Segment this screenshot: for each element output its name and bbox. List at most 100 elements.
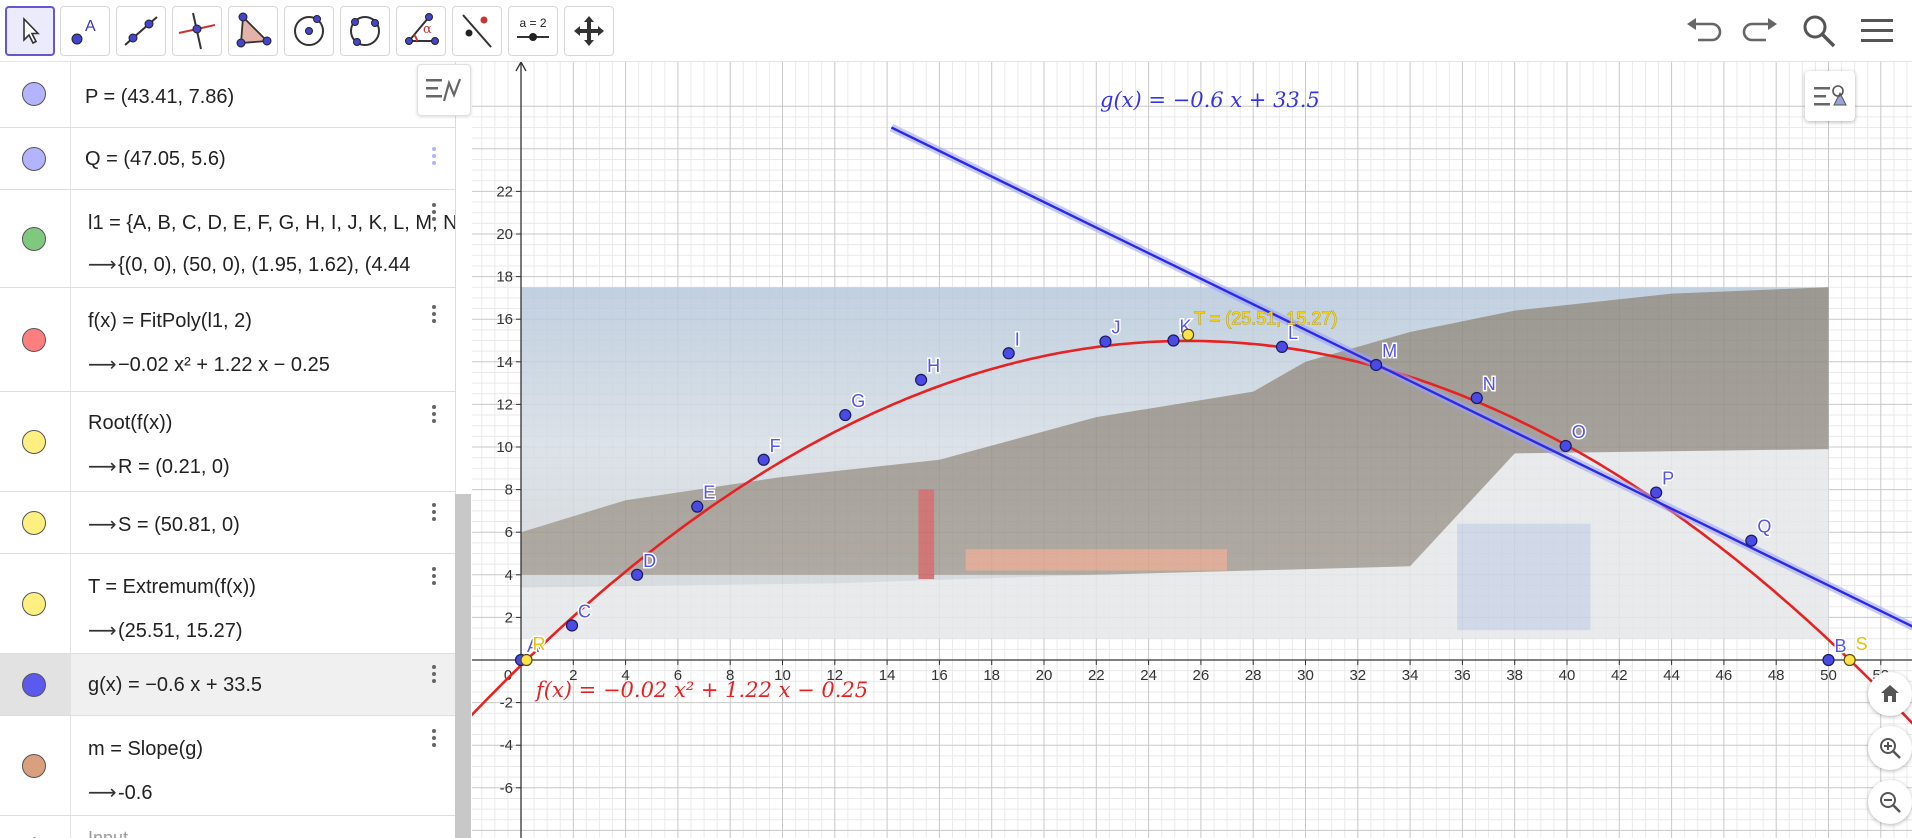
line-tool[interactable] [116, 6, 166, 56]
home-view-button[interactable] [1868, 672, 1912, 716]
graphics-style-bar-button[interactable] [1805, 71, 1855, 121]
point-label-r[interactable]: R [531, 633, 547, 656]
visibility-toggle[interactable] [22, 147, 46, 171]
slider-icon: a = 2 [517, 16, 549, 41]
point-d[interactable] [631, 568, 644, 581]
g-function-label[interactable]: g(x) = −0.6 x + 33.5 [1100, 88, 1320, 112]
extremum-label[interactable]: T = (25.51, 15.27) [1194, 308, 1338, 329]
point-n[interactable] [1470, 391, 1483, 405]
point-g[interactable] [839, 408, 852, 422]
more-options-icon[interactable] [430, 662, 438, 686]
point-c[interactable] [565, 619, 579, 632]
algebra-row-root[interactable]: Root(f(x)) ⟶R = (0.21, 0) [0, 392, 455, 492]
more-options-icon[interactable] [430, 564, 438, 588]
algebra-scrollbar[interactable] [455, 494, 471, 838]
zoom-in-button[interactable] [1868, 726, 1912, 770]
point-label-n[interactable]: N [1481, 373, 1497, 396]
angle-tool[interactable]: α [396, 6, 446, 56]
point-f[interactable] [757, 453, 770, 466]
algebra-input-row[interactable]: + Input... [0, 816, 455, 838]
algebra-input[interactable]: Input... [88, 828, 143, 838]
point-label-d[interactable]: D [642, 549, 658, 572]
algebra-row-f[interactable]: f(x) = FitPoly(l1, 2) ⟶−0.02 x² + 1.22 x… [0, 288, 455, 392]
perpendicular-line-tool[interactable] [172, 6, 222, 56]
circle-three-points-tool[interactable] [340, 6, 390, 56]
perpendicular-icon [178, 12, 216, 50]
more-options-icon[interactable] [430, 302, 438, 326]
more-options-icon[interactable] [430, 402, 438, 426]
graphics-view[interactable]: 0 2 4 6 8 10 12 14 16 18 20 22 24 26 28 30 32 34 36 38 40 42 4… [472, 62, 1912, 838]
point-label-s[interactable]: S [1854, 633, 1869, 656]
x-tick-label: 28 [1245, 667, 1262, 684]
point-j[interactable] [1099, 335, 1112, 348]
more-options-icon[interactable] [430, 144, 438, 168]
point-k[interactable] [1167, 334, 1180, 347]
zoom-out-button[interactable] [1868, 780, 1912, 824]
point-b[interactable] [1822, 653, 1835, 667]
point-label-b[interactable]: B [1833, 635, 1848, 658]
algebra-row-m[interactable]: m = Slope(g) ⟶-0.6 [0, 716, 455, 816]
polygon-tool[interactable] [228, 6, 278, 56]
move-tool[interactable] [5, 6, 55, 56]
visibility-toggle[interactable] [22, 430, 46, 454]
algebra-row-s[interactable]: ⟶S = (50.81, 0) [0, 492, 455, 554]
more-options-icon[interactable] [430, 726, 438, 750]
visibility-toggle[interactable] [22, 673, 46, 697]
algebra-row-t[interactable]: T = Extremum(f(x)) ⟶(25.51, 15.27) [0, 554, 455, 654]
point-i[interactable] [1002, 347, 1015, 360]
point-l[interactable] [1275, 340, 1289, 353]
visibility-toggle[interactable] [22, 328, 46, 352]
algebra-row-q[interactable]: Q = (47.05, 5.6) [0, 128, 455, 190]
visibility-toggle[interactable] [22, 754, 46, 778]
point-label-m[interactable]: M [1381, 339, 1399, 362]
point-label-q[interactable]: Q [1756, 515, 1773, 538]
photo-fence[interactable] [965, 549, 1228, 571]
point-q[interactable] [1745, 534, 1758, 547]
f-function-label[interactable]: f(x) = −0.02 x² + 1.22 x − 0.25 [534, 678, 868, 702]
point-label-g[interactable]: G [850, 390, 867, 413]
point-label-j[interactable]: J [1110, 316, 1122, 339]
x-tick-label: 38 [1506, 667, 1523, 684]
point-tool[interactable]: A [60, 6, 110, 56]
point-label-c[interactable]: C [576, 600, 592, 623]
point-t[interactable] [1181, 328, 1195, 341]
algebra-row-g[interactable]: g(x) = −0.6 x + 33.5 [0, 654, 455, 716]
graphics-canvas[interactable]: 0 2 4 6 8 10 12 14 16 18 20 22 24 26 28 30 32 34 36 38 40 42 4… [472, 62, 1912, 838]
point-s[interactable] [1843, 653, 1856, 667]
reflect-tool[interactable] [452, 6, 502, 56]
point-label-o[interactable]: O [1570, 420, 1587, 443]
point-m[interactable] [1370, 358, 1383, 372]
point-o[interactable] [1559, 439, 1572, 453]
slider-tool[interactable]: a = 2 [508, 6, 558, 56]
circle-center-point-tool[interactable] [284, 6, 334, 56]
photo-banner[interactable] [1457, 523, 1591, 631]
x-tick-label: 20 [1036, 667, 1053, 684]
point-h[interactable] [914, 373, 928, 387]
point-e[interactable] [691, 500, 704, 513]
visibility-toggle[interactable] [22, 592, 46, 616]
algebra-row-p[interactable]: P = (43.41, 7.86) [0, 62, 455, 128]
visibility-toggle[interactable] [22, 227, 46, 251]
y-tick-label: 16 [496, 311, 513, 328]
point-label-h[interactable]: H [926, 354, 942, 377]
point-label-e[interactable]: E [702, 481, 717, 504]
more-options-icon[interactable] [430, 200, 438, 224]
more-options-icon[interactable] [430, 500, 438, 524]
point-p[interactable] [1650, 486, 1663, 499]
visibility-toggle[interactable] [22, 511, 46, 535]
search-button[interactable] [1796, 8, 1842, 54]
undo-button[interactable] [1680, 8, 1726, 54]
algebra-style-bar-button[interactable] [417, 64, 471, 116]
redo-button[interactable] [1738, 8, 1784, 54]
point-r[interactable] [520, 653, 533, 667]
visibility-toggle[interactable] [22, 82, 46, 106]
photo-flag[interactable] [918, 489, 935, 580]
point-label-f[interactable]: F [768, 434, 782, 457]
move-graphics-view-tool[interactable] [564, 6, 614, 56]
point-label-p[interactable]: P [1661, 467, 1676, 490]
algebra-row-l1[interactable]: l1 = {A, B, C, D, E, F, G, H, I, J, K, L… [0, 190, 455, 288]
point-label-i[interactable]: I [1013, 328, 1021, 351]
main-menu-button[interactable] [1854, 8, 1900, 54]
x-tick-label: 48 [1768, 667, 1785, 684]
algebra-row-output: (25.51, 15.27) [118, 620, 243, 642]
